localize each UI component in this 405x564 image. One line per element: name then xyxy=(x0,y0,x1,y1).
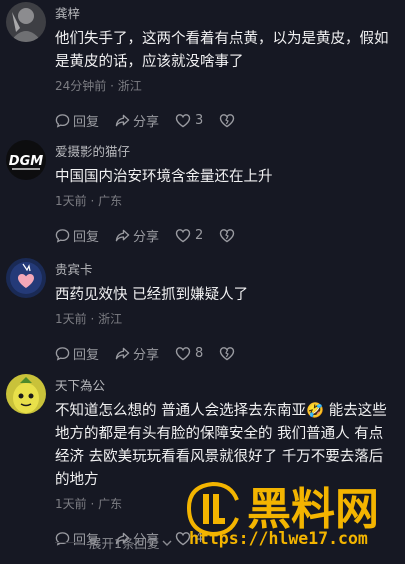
dislike-button[interactable] xyxy=(219,228,238,243)
dislike-icon xyxy=(220,113,235,127)
like-icon xyxy=(175,346,191,360)
divider xyxy=(55,542,81,543)
share-label: 分享 xyxy=(133,347,160,363)
avatar-logo-text: DGM xyxy=(9,154,43,169)
like-count: 3 xyxy=(195,112,204,128)
comment-actions: 回复 分享 2 xyxy=(55,225,393,245)
username[interactable]: 龚梓 xyxy=(55,5,393,23)
avatar[interactable] xyxy=(6,2,46,42)
watermark-emblem-icon xyxy=(187,481,239,537)
reply-icon xyxy=(55,228,70,243)
reply-icon xyxy=(55,113,70,128)
share-button[interactable]: 分享 xyxy=(115,226,159,245)
reply-label: 回复 xyxy=(73,114,100,130)
comment-actions: 回复 分享 3 xyxy=(55,110,393,130)
watermark-url: https://hlwe17.com xyxy=(189,529,368,548)
comment-actions: 回复 分享 8 xyxy=(55,343,393,363)
comment-meta: 1天前 · 浙江 xyxy=(55,312,123,326)
dislike-icon xyxy=(220,346,235,360)
comment-text: 中国国内治安环境含金量还在上升 xyxy=(55,169,273,185)
share-icon xyxy=(115,114,130,126)
watermark-logo: 黑料网 https://hlwe17.com xyxy=(187,481,379,548)
dislike-button[interactable] xyxy=(219,346,238,361)
share-icon xyxy=(115,229,130,241)
avatar[interactable]: DGM xyxy=(6,140,46,180)
expand-replies-button[interactable]: 展开1条回复 xyxy=(55,533,173,552)
reply-button[interactable]: 回复 xyxy=(55,344,99,363)
comment-item: 贵宾卡 西药见效快 已经抓到嫌疑人了 1天前 · 浙江 回复 分享 8 xyxy=(0,258,405,363)
comment-meta: 24分钟前 · 浙江 xyxy=(55,79,142,93)
username[interactable]: 天下為公 xyxy=(55,377,393,395)
like-button[interactable]: 3 xyxy=(175,113,203,128)
avatar[interactable] xyxy=(6,258,46,298)
share-icon xyxy=(115,347,130,359)
like-icon xyxy=(175,113,191,127)
like-count: 8 xyxy=(195,345,204,361)
reply-label: 回复 xyxy=(73,347,100,363)
comment-meta: 1天前 · 广东 xyxy=(55,194,123,208)
like-count: 2 xyxy=(195,227,204,243)
avatar[interactable] xyxy=(6,374,46,414)
comment-text: 西药见效快 已经抓到嫌疑人了 xyxy=(55,287,249,303)
chevron-down-icon xyxy=(162,540,172,546)
watermark-title: 黑料网 xyxy=(247,484,379,535)
comment-item: DGM 爱摄影的猫仔 中国国内治安环境含金量还在上升 1天前 · 广东 回复 分… xyxy=(0,140,405,245)
like-button[interactable]: 8 xyxy=(175,346,203,361)
dislike-icon xyxy=(220,228,235,242)
comment-item: 龚梓 他们失手了，这两个看着有点黄，以为是黄皮，假如是黄皮的话，应该就没啥事了 … xyxy=(0,0,405,130)
reply-button[interactable]: 回复 xyxy=(55,111,99,130)
reply-label: 回复 xyxy=(73,229,100,245)
share-button[interactable]: 分享 xyxy=(115,344,159,363)
dislike-button[interactable] xyxy=(219,113,238,128)
username[interactable]: 爱摄影的猫仔 xyxy=(55,143,393,161)
like-icon xyxy=(175,228,191,242)
reply-button[interactable]: 回复 xyxy=(55,226,99,245)
like-button[interactable]: 2 xyxy=(175,228,203,243)
share-label: 分享 xyxy=(133,114,160,130)
share-button[interactable]: 分享 xyxy=(115,111,159,130)
expand-replies-label: 展开1条回复 xyxy=(89,536,160,551)
reply-icon xyxy=(55,346,70,361)
comment-text: 他们失手了，这两个看着有点黄，以为是黄皮，假如是黄皮的话，应该就没啥事了 xyxy=(55,31,389,70)
username[interactable]: 贵宾卡 xyxy=(55,261,393,279)
share-label: 分享 xyxy=(133,229,160,245)
